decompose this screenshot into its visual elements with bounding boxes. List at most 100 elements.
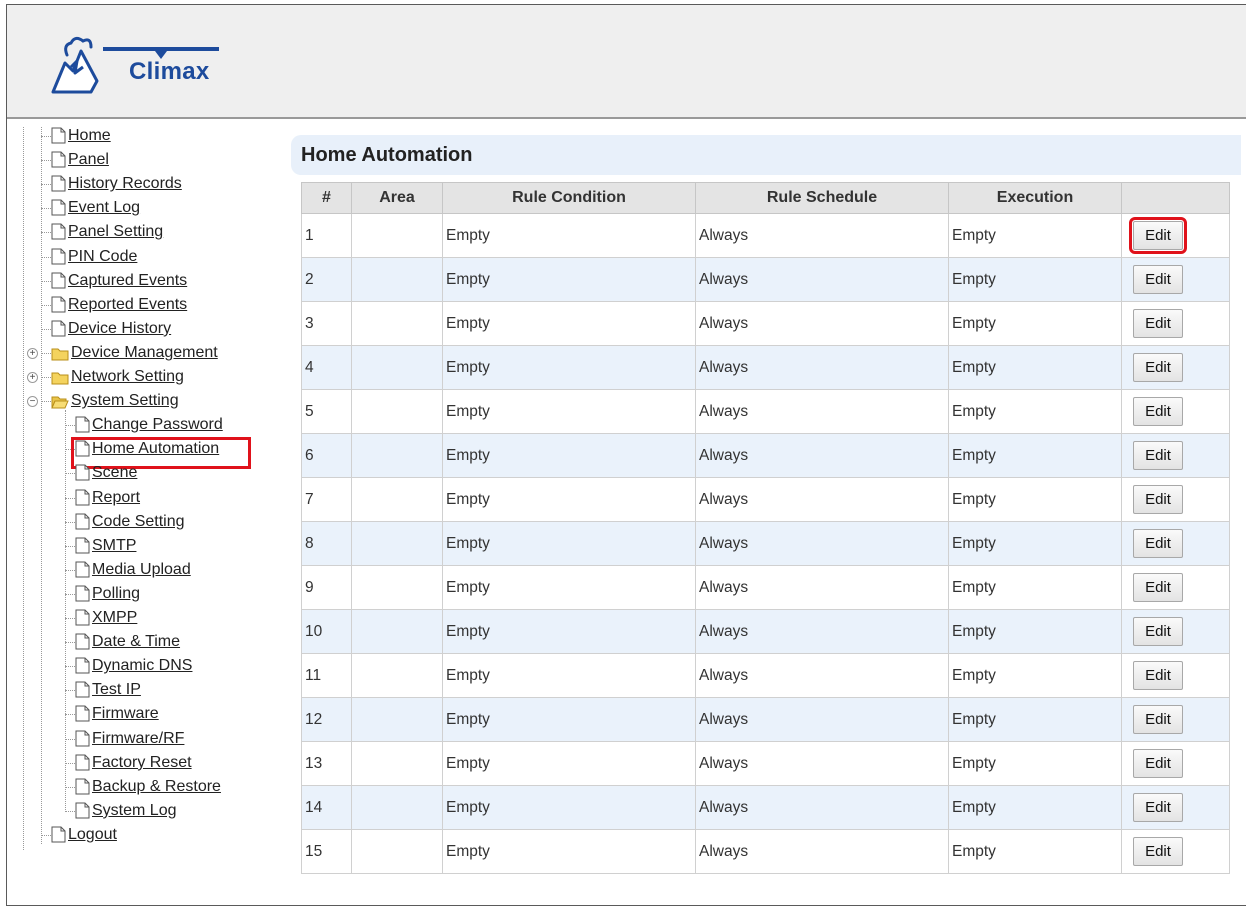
- nav-item-panel-setting[interactable]: Panel Setting: [51, 223, 163, 245]
- nav-link-label[interactable]: Reported Events: [68, 296, 187, 313]
- nav-link-label[interactable]: Scene: [92, 464, 137, 481]
- header-bar: Climax: [7, 5, 1246, 119]
- nav-link-label[interactable]: SMTP: [92, 537, 136, 554]
- nav-item-test-ip[interactable]: Test IP: [75, 681, 141, 703]
- edit-button[interactable]: Edit: [1133, 441, 1183, 470]
- nav-link-label[interactable]: Firmware/RF: [92, 730, 184, 747]
- page-icon: [75, 537, 90, 554]
- table-row: 13 Empty Always Empty Edit: [301, 741, 1230, 786]
- nav-link-label[interactable]: Factory Reset: [92, 754, 192, 771]
- nav-item-history-records[interactable]: History Records: [51, 175, 182, 197]
- nav-item-system-setting[interactable]: System Setting: [51, 392, 179, 414]
- nav-link-label[interactable]: PIN Code: [68, 248, 137, 265]
- collapse-icon[interactable]: −: [27, 396, 38, 408]
- cell-rule-schedule: Always: [695, 829, 949, 874]
- edit-button[interactable]: Edit: [1133, 353, 1183, 382]
- cell-action: Edit: [1121, 301, 1230, 346]
- nav-link-label[interactable]: Media Upload: [92, 561, 191, 578]
- nav-link-label[interactable]: Device Management: [71, 344, 218, 361]
- expand-icon[interactable]: +: [27, 347, 38, 359]
- nav-item-pin-code[interactable]: PIN Code: [51, 248, 137, 270]
- nav-link-label[interactable]: Firmware: [92, 705, 159, 722]
- tree-trunk-line: [41, 127, 42, 844]
- edit-button[interactable]: Edit: [1133, 529, 1183, 558]
- nav-item-system-log[interactable]: System Log: [75, 802, 176, 824]
- edit-button[interactable]: Edit: [1133, 617, 1183, 646]
- nav-link-label[interactable]: Event Log: [68, 199, 140, 216]
- nav-item-panel[interactable]: Panel: [51, 151, 109, 173]
- folder-icon: [51, 348, 69, 361]
- cell-execution: Empty: [948, 521, 1122, 566]
- nav-link-label[interactable]: Code Setting: [92, 513, 185, 530]
- nav-item-dynamic-dns[interactable]: Dynamic DNS: [75, 657, 192, 679]
- nav-item-xmpp[interactable]: XMPP: [75, 609, 137, 631]
- nav-link-label[interactable]: Logout: [68, 826, 117, 843]
- nav-item-captured-events[interactable]: Captured Events: [51, 272, 187, 294]
- nav-link-label[interactable]: Change Password: [92, 416, 223, 433]
- tree-connector: [41, 834, 51, 836]
- nav-link-label[interactable]: System Log: [92, 802, 176, 819]
- nav-item-firmware[interactable]: Firmware: [75, 705, 159, 727]
- edit-button[interactable]: Edit: [1129, 217, 1187, 254]
- browser-frame: Climax Home Panel History Records Event Log…: [6, 4, 1246, 906]
- cell-execution: Empty: [948, 477, 1122, 522]
- edit-button[interactable]: Edit: [1133, 661, 1183, 690]
- nav-item-smtp[interactable]: SMTP: [75, 537, 136, 559]
- nav-item-backup-and-restore[interactable]: Backup & Restore: [75, 778, 221, 800]
- nav-item-date-and-time[interactable]: Date & Time: [75, 633, 180, 655]
- cell-number: 5: [301, 389, 352, 434]
- expand-icon[interactable]: +: [27, 372, 38, 383]
- nav-link-label[interactable]: Panel Setting: [68, 223, 163, 240]
- nav-link-label[interactable]: Home: [68, 127, 111, 144]
- nav-link-label[interactable]: Report: [92, 489, 140, 506]
- table-row: 6 Empty Always Empty Edit: [301, 433, 1230, 478]
- nav-item-report[interactable]: Report: [75, 489, 140, 511]
- nav-item-event-log[interactable]: Event Log: [51, 199, 140, 221]
- nav-item-factory-reset[interactable]: Factory Reset: [75, 754, 192, 776]
- edit-button[interactable]: Edit: [1133, 397, 1183, 426]
- nav-link-label[interactable]: Device History: [68, 320, 171, 337]
- edit-button[interactable]: Edit: [1133, 793, 1183, 822]
- nav-item-scene[interactable]: Scene: [75, 464, 137, 486]
- nav-link-label[interactable]: Date & Time: [92, 633, 180, 650]
- nav-item-network-setting[interactable]: Network Setting: [51, 368, 184, 390]
- cell-execution: Empty: [948, 697, 1122, 742]
- nav-link-label[interactable]: Polling: [92, 585, 140, 602]
- nav-item-change-password[interactable]: Change Password: [75, 416, 223, 438]
- nav-item-device-history[interactable]: Device History: [51, 320, 171, 342]
- nav-item-device-management[interactable]: Device Management: [51, 344, 218, 366]
- nav-item-home[interactable]: Home: [51, 127, 111, 149]
- edit-button[interactable]: Edit: [1133, 749, 1183, 778]
- cell-area: [351, 521, 443, 566]
- nav-link-label[interactable]: History Records: [68, 175, 182, 192]
- tree-connector: [41, 328, 51, 330]
- nav-item-media-upload[interactable]: Media Upload: [75, 561, 191, 583]
- cell-rule-schedule: Always: [695, 345, 949, 390]
- nav-link-label[interactable]: XMPP: [92, 609, 137, 626]
- nav-item-polling[interactable]: Polling: [75, 585, 140, 607]
- edit-button[interactable]: Edit: [1133, 705, 1183, 734]
- nav-item-logout[interactable]: Logout: [51, 826, 117, 848]
- edit-button[interactable]: Edit: [1133, 573, 1183, 602]
- nav-item-code-setting[interactable]: Code Setting: [75, 513, 185, 535]
- page-icon: [51, 223, 66, 240]
- table-row: 4 Empty Always Empty Edit: [301, 345, 1230, 390]
- nav-link-label[interactable]: System Setting: [71, 392, 179, 409]
- nav-link-label[interactable]: Backup & Restore: [92, 778, 221, 795]
- nav-link-label[interactable]: Panel: [68, 151, 109, 168]
- nav-link-label[interactable]: Network Setting: [71, 368, 184, 385]
- cell-rule-condition: Empty: [442, 741, 696, 786]
- climax-logo[interactable]: Climax: [47, 25, 237, 100]
- edit-button[interactable]: Edit: [1133, 265, 1183, 294]
- edit-button[interactable]: Edit: [1133, 485, 1183, 514]
- cell-action: Edit: [1121, 433, 1230, 478]
- cell-rule-condition: Empty: [442, 213, 696, 258]
- edit-button[interactable]: Edit: [1133, 837, 1183, 866]
- nav-item-reported-events[interactable]: Reported Events: [51, 296, 187, 318]
- nav-item-firmware-rf[interactable]: Firmware/RF: [75, 730, 184, 752]
- edit-button[interactable]: Edit: [1133, 309, 1183, 338]
- cell-rule-condition: Empty: [442, 521, 696, 566]
- nav-link-label[interactable]: Dynamic DNS: [92, 657, 192, 674]
- nav-link-label[interactable]: Captured Events: [68, 272, 187, 289]
- nav-link-label[interactable]: Test IP: [92, 681, 141, 698]
